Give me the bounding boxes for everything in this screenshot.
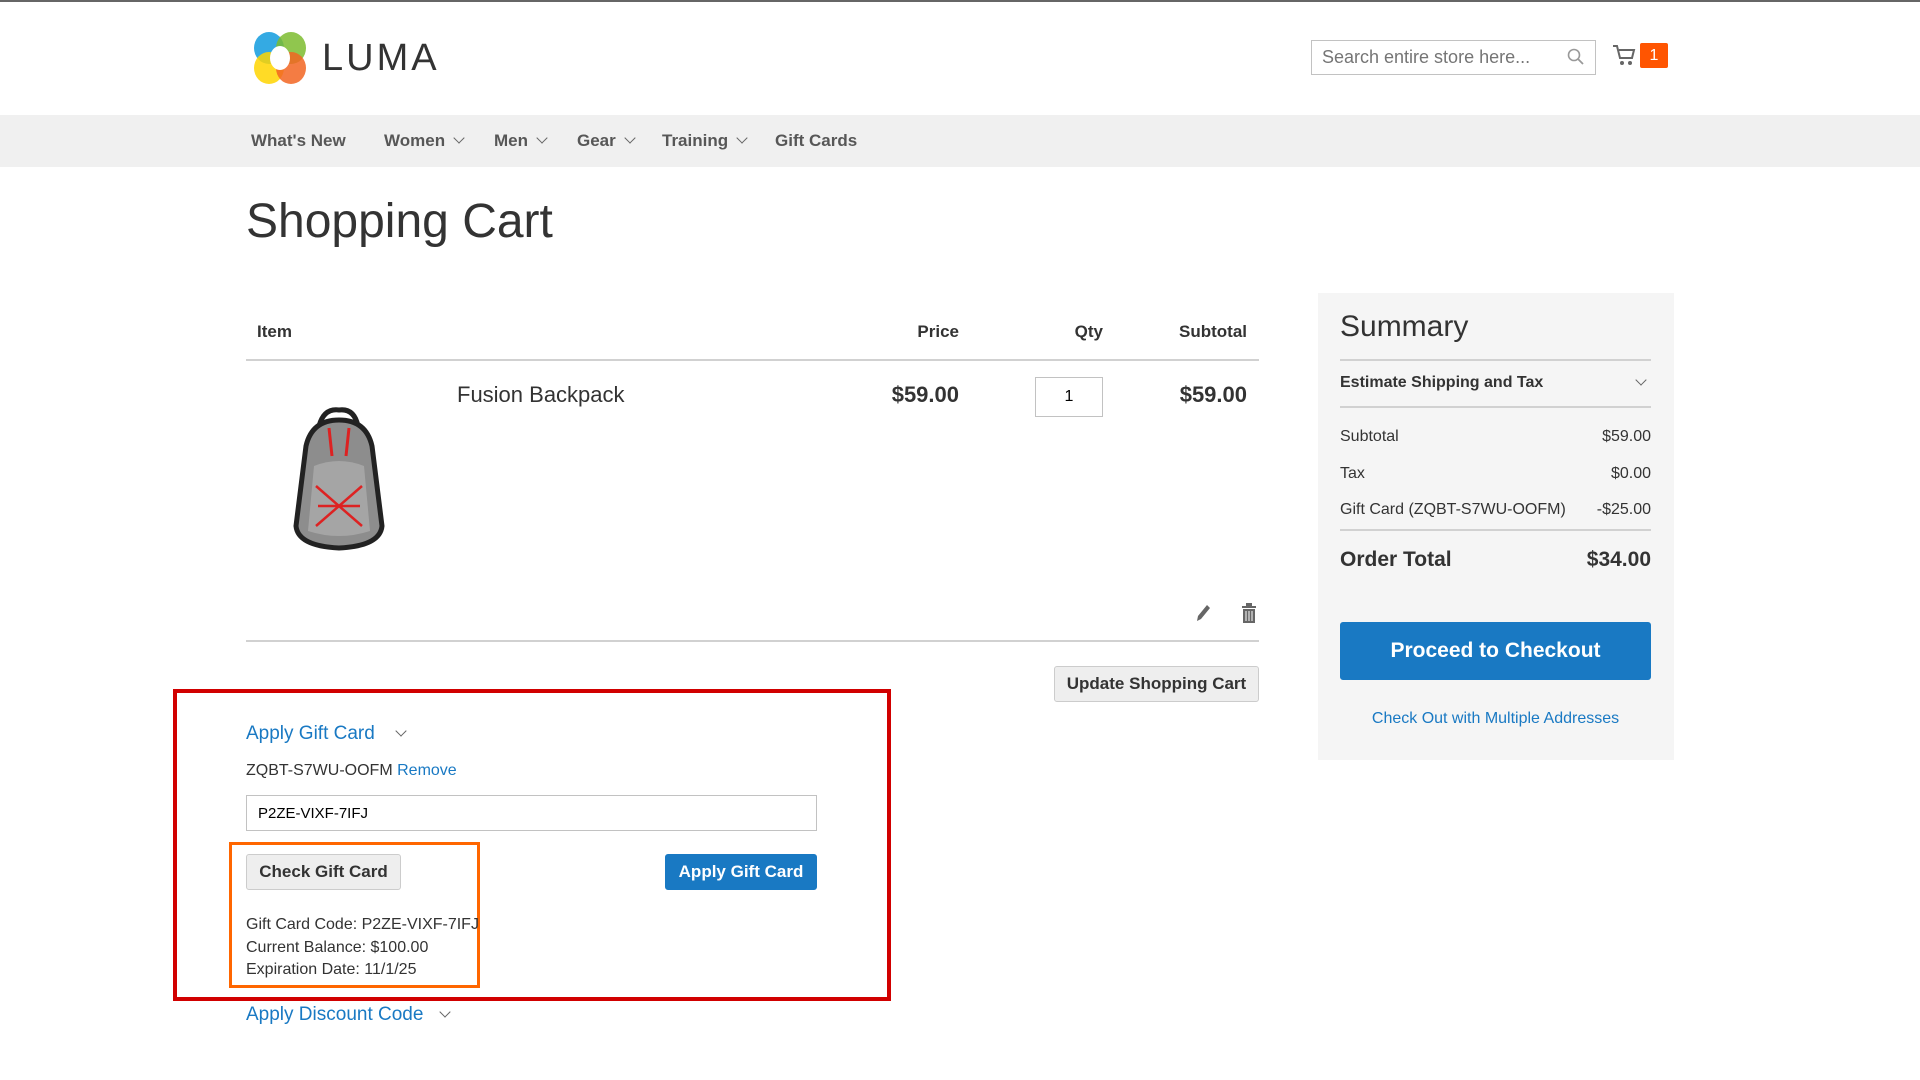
nav-label: Women: [384, 131, 446, 150]
estimate-label: Estimate Shipping and Tax: [1340, 374, 1544, 391]
product-price: $59.00: [891, 382, 959, 407]
chevron-down-icon: [1635, 374, 1647, 386]
gift-card-balance: Current Balance: $100.00: [246, 938, 429, 956]
column-header-item: Item: [257, 322, 292, 341]
nav-whats-new[interactable]: What's New: [251, 115, 346, 167]
chevron-down-icon: [439, 1006, 452, 1018]
product-name[interactable]: Fusion Backpack: [457, 382, 625, 408]
proceed-to-checkout-button[interactable]: Proceed to Checkout: [1340, 622, 1651, 680]
divider: [246, 640, 1259, 642]
gift-card-code-input[interactable]: [246, 795, 817, 831]
nav-women[interactable]: Women: [384, 115, 465, 167]
row-value: $0.00: [1610, 465, 1651, 482]
applied-gift-card: ZQBT-S7WU-OOFM Remove: [246, 762, 457, 780]
nav-label: Training: [662, 131, 729, 150]
nav-gear[interactable]: Gear: [577, 115, 636, 167]
nav-label: Gear: [577, 131, 616, 150]
toggle-label: Apply Gift Card: [246, 723, 375, 744]
applied-code: ZQBT-S7WU-OOFM: [246, 762, 393, 779]
edit-icon[interactable]: [1194, 603, 1212, 623]
apply-discount-toggle[interactable]: Apply Discount Code: [246, 1004, 452, 1026]
column-header-subtotal: Subtotal: [1179, 322, 1247, 341]
cart-icon[interactable]: [1612, 43, 1636, 67]
row-value: -$25.00: [1596, 501, 1651, 518]
row-value: $59.00: [1602, 428, 1651, 445]
product-subtotal: $59.00: [1179, 382, 1247, 407]
divider: [1340, 359, 1651, 361]
row-label: Subtotal: [1340, 428, 1399, 445]
apply-gift-card-toggle[interactable]: Apply Gift Card: [246, 723, 407, 745]
total-label: Order Total: [1340, 548, 1452, 571]
nav-training[interactable]: Training: [662, 115, 748, 167]
trash-icon[interactable]: [1241, 603, 1257, 623]
page-title: Shopping Cart: [246, 195, 553, 248]
gift-card-expiration: Expiration Date: 11/1/25: [246, 961, 417, 978]
summary-row-gift-card: Gift Card (ZQBT-S7WU-OOFM) -$25.00: [1340, 501, 1651, 519]
gift-card-code-info: Gift Card Code: P2ZE-VIXF-7IFJ: [246, 916, 479, 933]
nav-label: Gift Cards: [775, 131, 858, 150]
chevron-down-icon: [624, 132, 636, 144]
search-input[interactable]: [1311, 40, 1596, 75]
gift-card-info: Gift Card Code: P2ZE-VIXF-7IFJ Current B…: [246, 914, 479, 982]
update-cart-button[interactable]: Update Shopping Cart: [1054, 666, 1259, 702]
search-icon[interactable]: [1567, 48, 1585, 66]
divider: [246, 359, 1259, 361]
row-label: Tax: [1340, 465, 1365, 482]
product-image[interactable]: [284, 406, 394, 554]
quantity-input[interactable]: [1035, 377, 1103, 417]
cart-count-badge[interactable]: 1: [1640, 43, 1668, 68]
divider: [1340, 406, 1651, 408]
luma-logo-icon: [254, 32, 306, 84]
apply-gift-card-button[interactable]: Apply Gift Card: [665, 854, 817, 890]
nav-label: What's New: [251, 131, 346, 150]
chevron-down-icon: [395, 725, 407, 737]
divider: [1340, 529, 1651, 531]
check-gift-card-button[interactable]: Check Gift Card: [246, 854, 401, 890]
summary-title: Summary: [1340, 310, 1469, 343]
multiple-addresses-link[interactable]: Check Out with Multiple Addresses: [1340, 710, 1651, 728]
estimate-shipping-toggle[interactable]: Estimate Shipping and Tax: [1340, 374, 1651, 392]
order-total: Order Total $34.00: [1340, 548, 1651, 572]
summary-panel: [1318, 293, 1674, 760]
row-label: Gift Card (ZQBT-S7WU-OOFM): [1340, 501, 1566, 518]
chevron-down-icon: [453, 132, 465, 144]
column-header-price: Price: [917, 322, 959, 341]
summary-row-tax: Tax $0.00: [1340, 465, 1651, 483]
chevron-down-icon: [536, 132, 548, 144]
nav-label: Men: [494, 131, 528, 150]
toggle-label: Apply Discount Code: [246, 1004, 424, 1025]
nav-men[interactable]: Men: [494, 115, 548, 167]
remove-gift-card-link[interactable]: Remove: [397, 762, 457, 779]
total-value: $34.00: [1586, 548, 1651, 571]
logo-text: LUMA: [322, 36, 440, 79]
chevron-down-icon: [736, 132, 748, 144]
summary-row-subtotal: Subtotal $59.00: [1340, 428, 1651, 446]
nav-gift-cards[interactable]: Gift Cards: [775, 115, 857, 167]
column-header-qty: Qty: [1074, 322, 1103, 341]
main-nav: What's New Women Men Gear Training Gift …: [0, 115, 1920, 167]
logo[interactable]: LUMA: [250, 28, 440, 88]
